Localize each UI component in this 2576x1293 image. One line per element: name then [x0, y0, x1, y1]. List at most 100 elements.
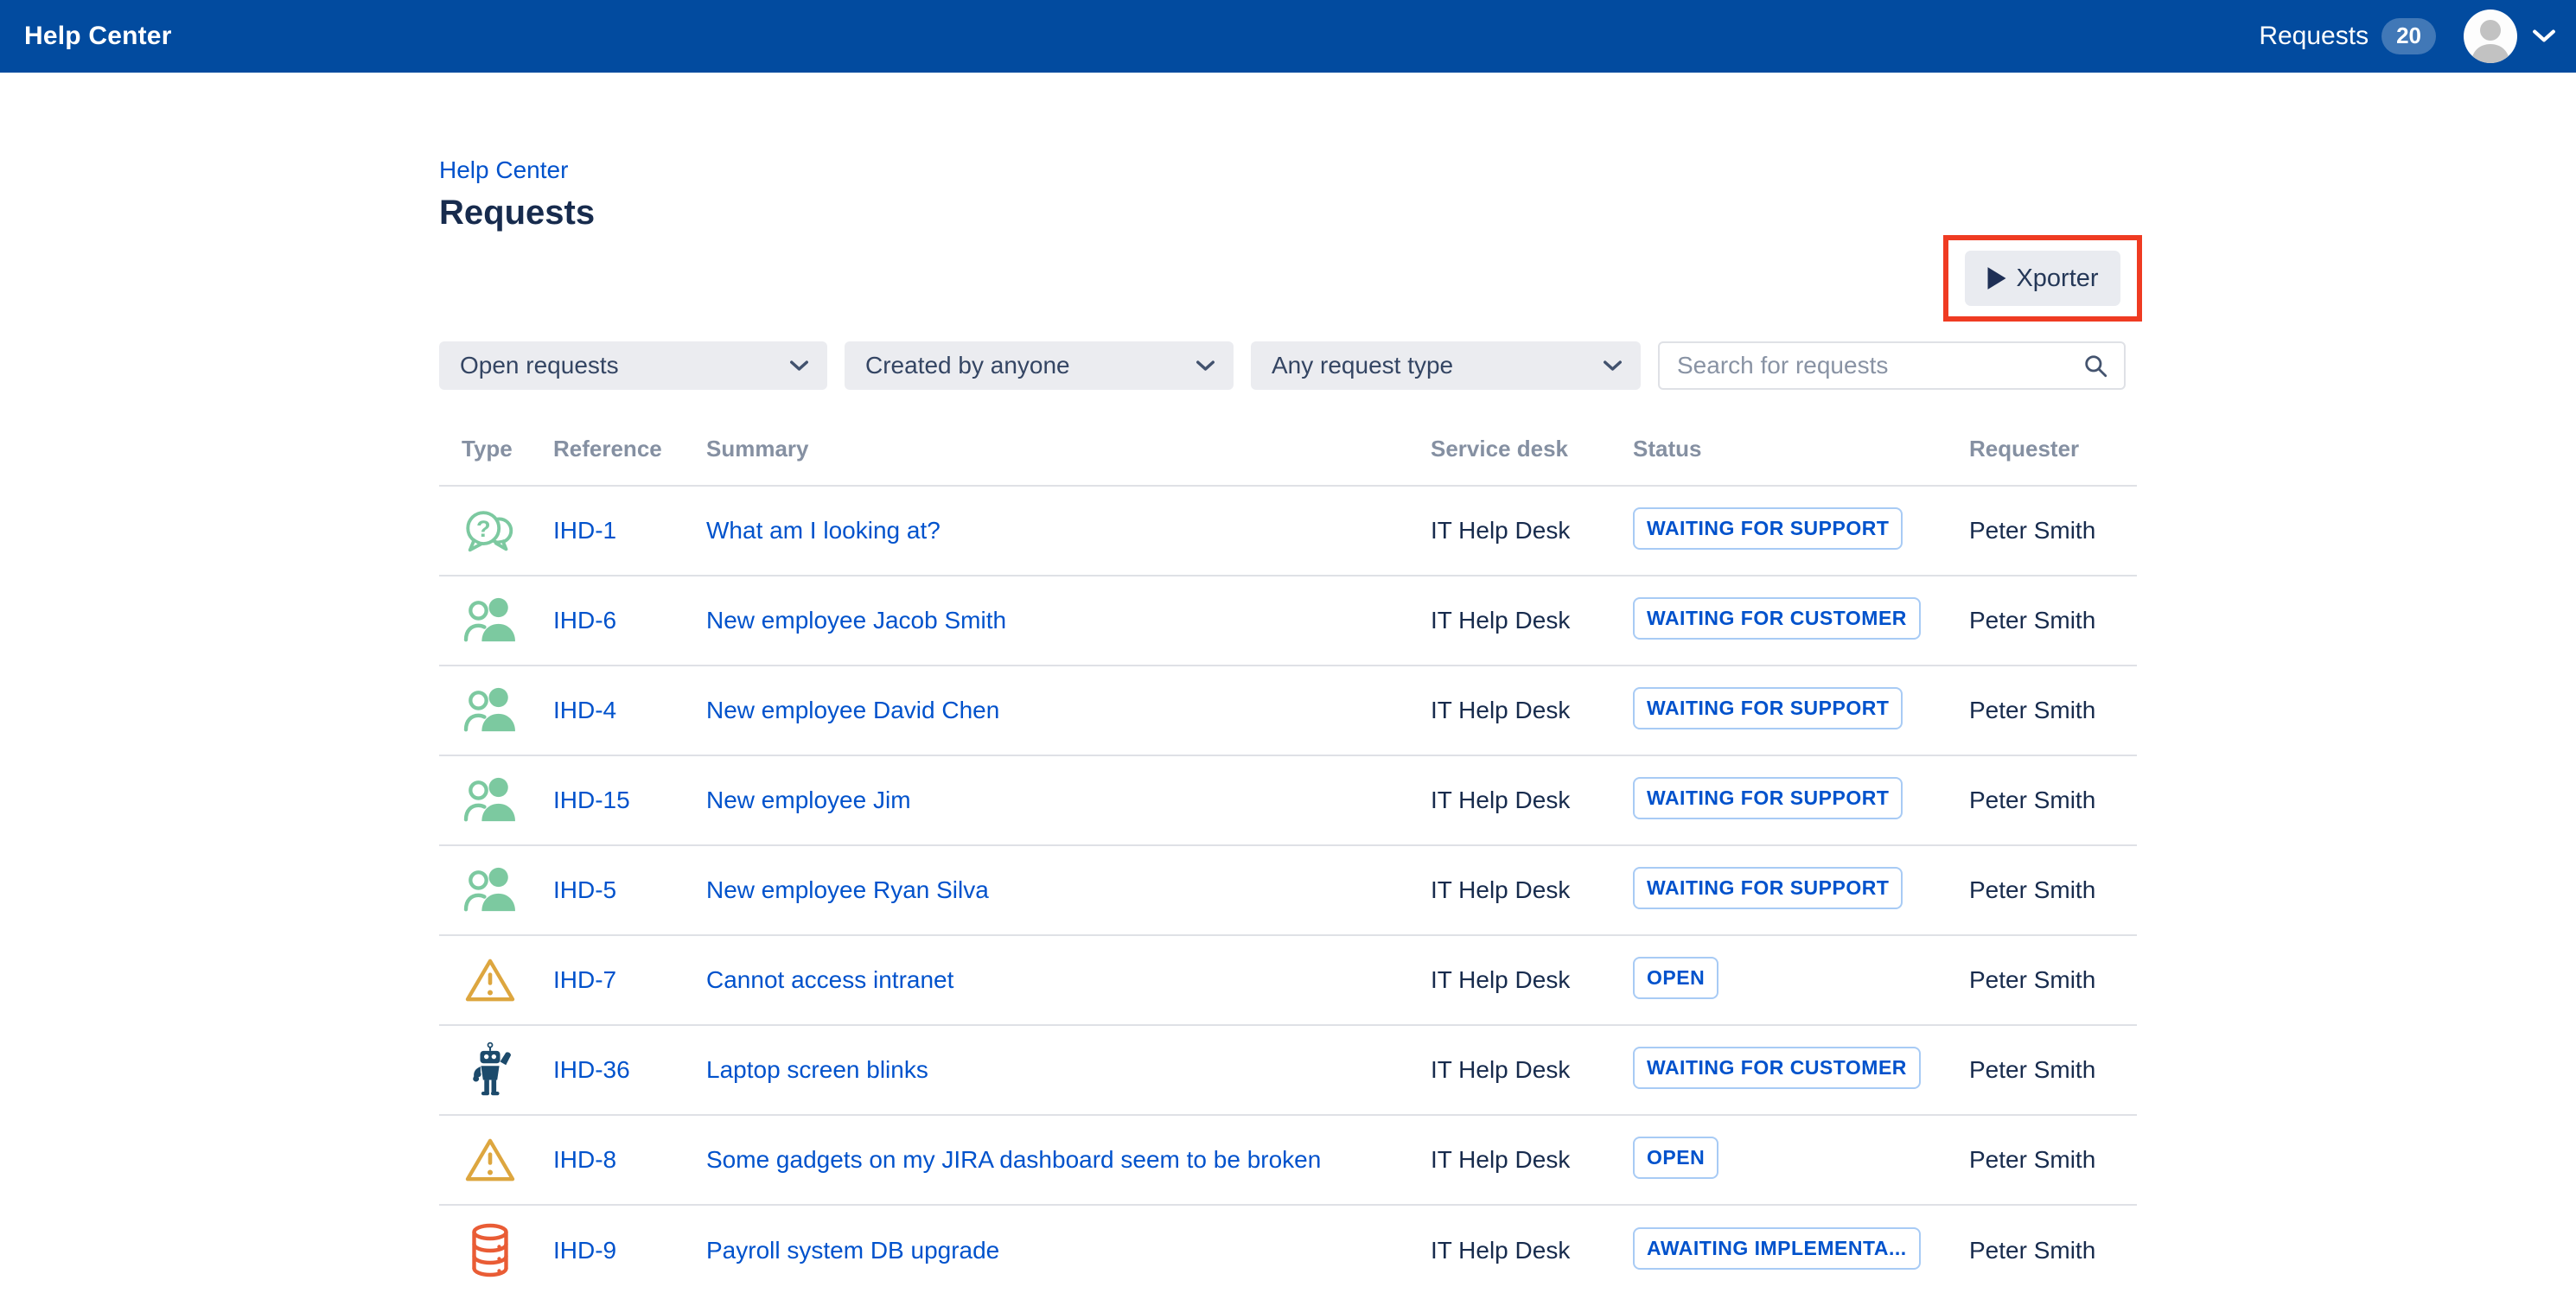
- column-header-service-desk: Service desk: [1431, 436, 1633, 462]
- reference-link[interactable]: IHD-6: [553, 607, 706, 634]
- filters-bar: Open requests Created by anyone Any requ…: [439, 341, 2137, 390]
- requests-count-badge: 20: [2382, 18, 2436, 54]
- table-row: ? IHD-1 What am I looking at? IT Help De…: [439, 487, 2137, 576]
- chevron-down-icon: [790, 360, 808, 372]
- status-badge: WAITING FOR CUSTOMER: [1633, 597, 1921, 640]
- reference-link[interactable]: IHD-8: [553, 1146, 706, 1174]
- chevron-down-icon: [1196, 360, 1215, 372]
- page-title: Requests: [439, 192, 2137, 233]
- search-input[interactable]: [1658, 341, 2126, 390]
- reference-link[interactable]: IHD-15: [553, 787, 706, 814]
- request-type-filter-dropdown[interactable]: Any request type: [1251, 341, 1641, 390]
- summary-link[interactable]: New employee Ryan Silva: [706, 876, 1431, 904]
- topbar-requests-link[interactable]: Requests 20: [2259, 18, 2436, 54]
- topbar: Help Center Requests 20: [0, 0, 2576, 73]
- reference-link[interactable]: IHD-1: [553, 517, 706, 545]
- status-badge: AWAITING IMPLEMENTA...: [1633, 1227, 1921, 1270]
- service-desk-cell: IT Help Desk: [1431, 787, 1633, 814]
- request-type-filter-value: Any request type: [1272, 352, 1453, 379]
- column-header-summary: Summary: [706, 436, 1431, 462]
- status-badge: OPEN: [1633, 1137, 1718, 1179]
- service-desk-cell: IT Help Desk: [1431, 607, 1633, 634]
- requester-cell: Peter Smith: [1969, 1237, 2137, 1264]
- request-table-body: ? IHD-1 What am I looking at? IT Help De…: [439, 487, 2137, 1293]
- reference-link[interactable]: IHD-36: [553, 1056, 706, 1084]
- xporter-button-label: Xporter: [2016, 264, 2098, 293]
- summary-link[interactable]: Payroll system DB upgrade: [706, 1237, 1431, 1264]
- play-icon: [1986, 266, 2007, 290]
- xporter-button[interactable]: Xporter: [1965, 251, 2120, 306]
- status-badge: WAITING FOR SUPPORT: [1633, 777, 1903, 819]
- table-row: IHD-15 New employee Jim IT Help Desk WAI…: [439, 756, 2137, 846]
- requester-cell: Peter Smith: [1969, 607, 2137, 634]
- database-icon: [462, 1222, 519, 1279]
- service-desk-cell: IT Help Desk: [1431, 876, 1633, 904]
- table-row: IHD-36 Laptop screen blinks IT Help Desk…: [439, 1026, 2137, 1116]
- status-badge: WAITING FOR SUPPORT: [1633, 507, 1903, 550]
- annotation-highlight-box: Xporter: [1943, 235, 2142, 322]
- table-row: IHD-8 Some gadgets on my JIRA dashboard …: [439, 1116, 2137, 1206]
- reference-link[interactable]: IHD-7: [553, 966, 706, 994]
- xporter-zone: Xporter: [439, 235, 2137, 323]
- requests-table: Type Reference Summary Service desk Stat…: [439, 390, 2137, 1293]
- table-row: IHD-7 Cannot access intranet IT Help Des…: [439, 936, 2137, 1026]
- summary-link[interactable]: Some gadgets on my JIRA dashboard seem t…: [706, 1146, 1431, 1174]
- service-desk-cell: IT Help Desk: [1431, 1237, 1633, 1264]
- requester-cell: Peter Smith: [1969, 1146, 2137, 1174]
- table-row: IHD-4 New employee David Chen IT Help De…: [439, 666, 2137, 756]
- status-badge: OPEN: [1633, 957, 1718, 999]
- service-desk-cell: IT Help Desk: [1431, 517, 1633, 545]
- search-wrap: [1658, 341, 2126, 390]
- summary-link[interactable]: New employee Jacob Smith: [706, 607, 1431, 634]
- profile-chevron-down-icon[interactable]: [2533, 29, 2555, 43]
- status-badge: WAITING FOR SUPPORT: [1633, 687, 1903, 729]
- requests-link-label: Requests: [2259, 22, 2369, 51]
- question-bubbles-icon: ?: [462, 502, 519, 559]
- service-desk-cell: IT Help Desk: [1431, 1056, 1633, 1084]
- requester-cell: Peter Smith: [1969, 697, 2137, 724]
- requester-cell: Peter Smith: [1969, 787, 2137, 814]
- breadcrumb-help-center[interactable]: Help Center: [439, 156, 568, 185]
- table-header-row: Type Reference Summary Service desk Stat…: [439, 390, 2137, 487]
- summary-link[interactable]: New employee Jim: [706, 787, 1431, 814]
- new-employee-icon: [462, 592, 519, 649]
- summary-link[interactable]: New employee David Chen: [706, 697, 1431, 724]
- column-header-type: Type: [462, 436, 553, 462]
- reference-link[interactable]: IHD-5: [553, 876, 706, 904]
- summary-link[interactable]: Cannot access intranet: [706, 966, 1431, 994]
- summary-link[interactable]: What am I looking at?: [706, 517, 1431, 545]
- svg-text:?: ?: [476, 515, 491, 542]
- requester-cell: Peter Smith: [1969, 876, 2137, 904]
- column-header-reference: Reference: [553, 436, 706, 462]
- requester-cell: Peter Smith: [1969, 517, 2137, 545]
- column-header-status: Status: [1633, 436, 1969, 462]
- warning-icon: [462, 1131, 519, 1188]
- warning-icon: [462, 952, 519, 1009]
- chevron-down-icon: [1604, 360, 1622, 372]
- new-employee-icon: [462, 682, 519, 739]
- summary-link[interactable]: Laptop screen blinks: [706, 1056, 1431, 1084]
- user-avatar-icon[interactable]: [2464, 10, 2517, 63]
- status-filter-value: Open requests: [460, 352, 619, 379]
- table-row: IHD-9 Payroll system DB upgrade IT Help …: [439, 1206, 2137, 1293]
- robot-icon: [462, 1041, 519, 1099]
- creator-filter-dropdown[interactable]: Created by anyone: [845, 341, 1234, 390]
- new-employee-icon: [462, 772, 519, 829]
- table-row: IHD-6 New employee Jacob Smith IT Help D…: [439, 576, 2137, 666]
- search-icon[interactable]: [2082, 353, 2108, 379]
- requester-cell: Peter Smith: [1969, 1056, 2137, 1084]
- reference-link[interactable]: IHD-4: [553, 697, 706, 724]
- column-header-requester: Requester: [1969, 436, 2137, 462]
- status-badge: WAITING FOR CUSTOMER: [1633, 1047, 1921, 1089]
- topbar-right: Requests 20: [2259, 10, 2555, 63]
- status-filter-dropdown[interactable]: Open requests: [439, 341, 827, 390]
- service-desk-cell: IT Help Desk: [1431, 697, 1633, 724]
- creator-filter-value: Created by anyone: [865, 352, 1070, 379]
- main-content: Help Center Requests Xporter Open reques…: [439, 73, 2137, 1293]
- reference-link[interactable]: IHD-9: [553, 1237, 706, 1264]
- service-desk-cell: IT Help Desk: [1431, 1146, 1633, 1174]
- service-desk-cell: IT Help Desk: [1431, 966, 1633, 994]
- requester-cell: Peter Smith: [1969, 966, 2137, 994]
- app-title: Help Center: [24, 22, 172, 51]
- table-row: IHD-5 New employee Ryan Silva IT Help De…: [439, 846, 2137, 936]
